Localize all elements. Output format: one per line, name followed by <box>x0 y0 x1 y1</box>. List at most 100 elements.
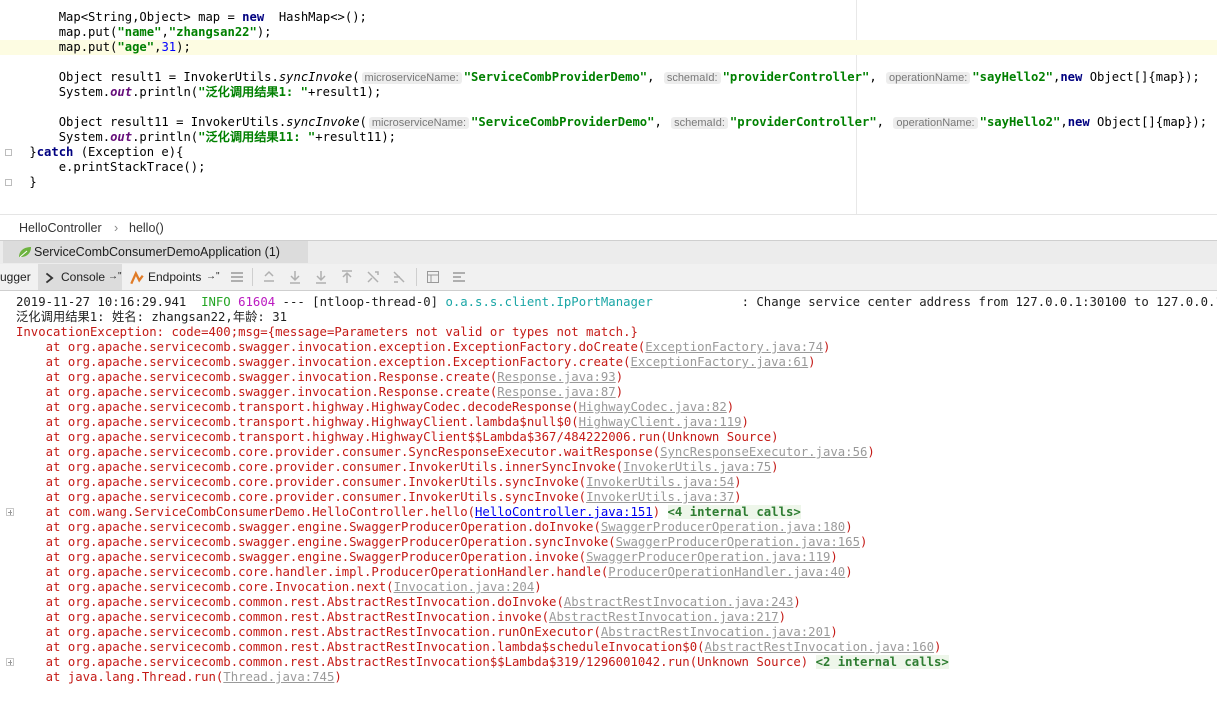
step-over-icon[interactable] <box>287 269 303 285</box>
source-link[interactable]: HelloController.java:151 <box>475 505 653 519</box>
code-token: "sayHello2" <box>979 115 1061 129</box>
source-link[interactable]: AbstractRestInvocation.java:217 <box>549 610 779 624</box>
console-text: 61604 <box>238 295 276 309</box>
step-out-icon[interactable] <box>339 269 355 285</box>
spring-leaf-icon <box>19 247 31 258</box>
console-text: ) <box>793 595 801 609</box>
code-line[interactable] <box>0 55 1217 70</box>
console-line: at org.apache.servicecomb.transport.high… <box>16 430 779 445</box>
endpoints-pin-icon[interactable]: →" <box>206 271 220 282</box>
internal-calls-badge[interactable]: <4 internal calls> <box>667 505 801 519</box>
run-to-cursor-icon[interactable] <box>391 269 407 285</box>
console-line: 泛化调用结果1: 姓名: zhangsan22,年龄: 31 <box>16 310 287 325</box>
code-token: .println( <box>132 85 199 99</box>
console-text: ) <box>808 355 816 369</box>
drop-frame-icon[interactable] <box>365 269 381 285</box>
run-configuration-tab[interactable]: ServiceCombConsumerDemoApplication (1) <box>3 241 308 263</box>
internal-calls-badge[interactable]: <2 internal calls> <box>815 655 949 669</box>
code-token: "sayHello2" <box>972 70 1053 84</box>
code-token: , <box>876 115 892 129</box>
endpoints-icon <box>130 270 144 285</box>
fold-marker-icon[interactable] <box>5 179 12 186</box>
code-token: new <box>1060 70 1083 84</box>
console-text: at org.apache.servicecomb.core.Invocatio… <box>16 580 394 594</box>
source-link[interactable]: SwaggerProducerOperation.java:165 <box>616 535 860 549</box>
code-line[interactable]: System.out.println("泛化调用结果1: "+result1); <box>0 85 1217 100</box>
console-text: ) <box>867 445 875 459</box>
source-link[interactable]: HighwayClient.java:119 <box>579 415 742 429</box>
console-output[interactable]: 2019-11-27 10:16:29.941 INFO 61604 --- [… <box>0 291 1217 701</box>
parameter-hint: operationName: <box>886 72 971 84</box>
source-link[interactable]: Invocation.java:204 <box>394 580 535 594</box>
source-link[interactable]: SwaggerProducerOperation.java:119 <box>586 550 830 564</box>
toolbar-separator <box>416 268 417 286</box>
code-line-text: e.printStackTrace(); <box>0 160 206 175</box>
code-line[interactable]: map.put("age",31); <box>0 40 1217 55</box>
source-link[interactable]: InvokerUtils.java:54 <box>586 475 734 489</box>
tab-endpoints[interactable]: Endpoints →" <box>126 264 222 290</box>
code-token: ); <box>176 40 191 54</box>
code-line-text: System.out.println("泛化调用结果11: "+result11… <box>0 130 396 145</box>
source-link[interactable]: InvokerUtils.java:37 <box>586 490 734 504</box>
fold-marker-icon[interactable] <box>5 149 12 156</box>
evaluate-expression-icon[interactable] <box>425 269 441 285</box>
menu-icon[interactable] <box>229 269 245 285</box>
source-link[interactable]: Thread.java:745 <box>223 670 334 684</box>
code-line[interactable]: Object result11 = InvokerUtils.syncInvok… <box>0 115 1217 130</box>
code-token: .println( <box>132 130 199 144</box>
expand-icon[interactable] <box>6 658 14 666</box>
console-line: 2019-11-27 10:16:29.941 INFO 61604 --- [… <box>16 295 1217 310</box>
code-line[interactable]: map.put("name","zhangsan22"); <box>0 25 1217 40</box>
code-line[interactable]: e.printStackTrace(); <box>0 160 1217 175</box>
code-line-text: Map<String,Object> map = new HashMap<>()… <box>0 10 367 25</box>
step-into-icon[interactable] <box>313 269 329 285</box>
console-text: ) <box>334 670 342 684</box>
breadcrumb: HelloController › hello() <box>0 214 1217 241</box>
source-link[interactable]: Response.java:93 <box>497 370 615 384</box>
code-line[interactable]: }catch (Exception e){ <box>0 145 1217 160</box>
console-pin-icon[interactable]: →" <box>108 271 122 282</box>
code-line[interactable]: System.out.println("泛化调用结果11: "+result11… <box>0 130 1217 145</box>
console-text: : Change service center address from 127… <box>652 295 1217 309</box>
console-line: at org.apache.servicecomb.swagger.invoca… <box>16 370 623 385</box>
code-line[interactable]: } <box>0 175 1217 190</box>
console-text: at org.apache.servicecomb.swagger.invoca… <box>16 340 646 354</box>
code-token: , <box>869 70 884 84</box>
show-execution-point-icon[interactable] <box>261 269 277 285</box>
parameter-hint: operationName: <box>893 117 978 129</box>
code-editor[interactable]: Map<String,Object> map = new HashMap<>()… <box>0 0 1217 214</box>
source-link[interactable]: AbstractRestInvocation.java:160 <box>705 640 935 654</box>
source-link[interactable]: ExceptionFactory.java:61 <box>630 355 808 369</box>
source-link[interactable]: InvokerUtils.java:75 <box>623 460 771 474</box>
console-text: at org.apache.servicecomb.core.provider.… <box>16 475 587 489</box>
console-text: InvocationException: code=400;msg={messa… <box>16 325 638 339</box>
source-link[interactable]: ProducerOperationHandler.java:40 <box>608 565 845 579</box>
console-line: at org.apache.servicecomb.swagger.engine… <box>16 535 868 550</box>
code-line[interactable] <box>0 100 1217 115</box>
source-link[interactable]: Response.java:87 <box>497 385 615 399</box>
source-link[interactable]: AbstractRestInvocation.java:201 <box>601 625 831 639</box>
breadcrumb-class[interactable]: HelloController <box>19 221 102 235</box>
tab-debugger[interactable]: ugger <box>0 264 36 290</box>
code-line-text: Object result11 = InvokerUtils.syncInvok… <box>0 115 1207 131</box>
code-line[interactable]: Object result1 = InvokerUtils.syncInvoke… <box>0 70 1217 85</box>
source-link[interactable]: HighwayCodec.java:82 <box>579 400 727 414</box>
breadcrumb-separator: › <box>114 221 119 235</box>
trace-icon[interactable] <box>451 269 467 285</box>
code-token: ( <box>359 115 367 129</box>
code-token: map.put( <box>0 25 118 39</box>
console-text: at org.apache.servicecomb.common.rest.Ab… <box>16 655 816 669</box>
console-text: ) <box>615 370 624 384</box>
tab-console[interactable]: Console →" <box>38 264 122 290</box>
source-link[interactable]: ExceptionFactory.java:74 <box>645 340 823 354</box>
source-link[interactable]: SyncResponseExecutor.java:56 <box>660 445 867 459</box>
source-link[interactable]: AbstractRestInvocation.java:243 <box>564 595 794 609</box>
console-text: at com.wang.ServiceCombConsumerDemo.Hell… <box>16 505 476 519</box>
code-line[interactable]: Map<String,Object> map = new HashMap<>()… <box>0 10 1217 25</box>
source-link[interactable]: SwaggerProducerOperation.java:180 <box>601 520 845 534</box>
console-text: --- [ntloop-thread-0] <box>275 295 446 309</box>
console-text: at org.apache.servicecomb.core.provider.… <box>16 445 661 459</box>
breadcrumb-method[interactable]: hello() <box>129 221 164 235</box>
expand-icon[interactable] <box>6 508 14 516</box>
console-text: ) <box>934 640 942 654</box>
